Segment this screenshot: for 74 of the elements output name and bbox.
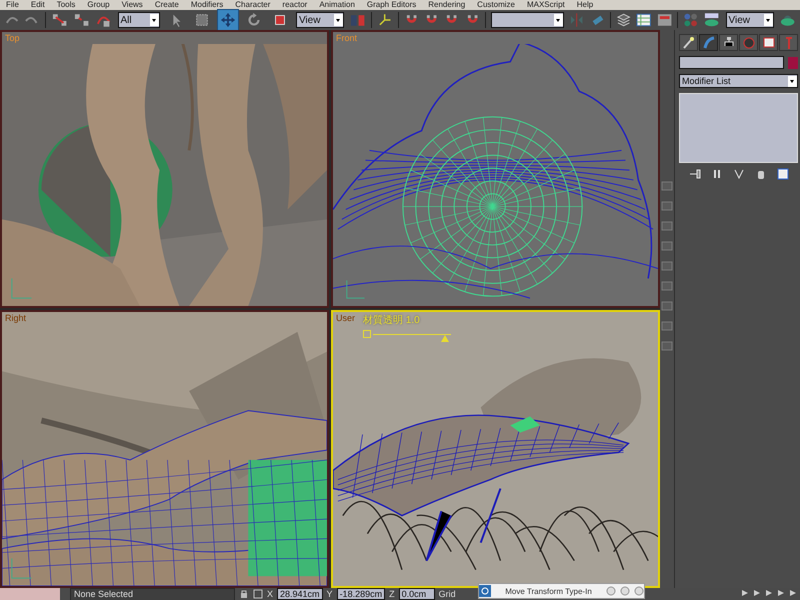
object-color-swatch[interactable] [788, 56, 798, 68]
wireframe-model-drawing[interactable] [333, 44, 658, 306]
sculpted-model-drawing[interactable] [2, 44, 327, 306]
sculpted-model-drawing[interactable] [2, 324, 327, 586]
maxscript-listener-field[interactable] [0, 588, 60, 600]
dashed-square-icon [194, 12, 210, 28]
opacity-label: 材質透明 1.0 [363, 314, 421, 327]
menu-item[interactable]: Tools [56, 0, 76, 10]
wand-icon [682, 36, 696, 50]
link-icon[interactable] [50, 12, 68, 28]
material-editor-icon[interactable] [682, 12, 698, 28]
menu-item[interactable]: Views [122, 0, 143, 10]
go-end-icon[interactable] [788, 588, 798, 598]
coordinate-field[interactable]: 0.0cm [398, 588, 435, 600]
menu-item[interactable]: File [6, 0, 19, 10]
render-scene-icon[interactable] [703, 12, 720, 28]
menu-item[interactable]: Create [154, 0, 179, 10]
viewport-tool-icon[interactable] [660, 320, 674, 332]
menu-item[interactable]: Customize [477, 0, 515, 10]
coordinate-field[interactable]: 28.941cm [277, 588, 323, 600]
menu-item[interactable]: Rendering [428, 0, 466, 10]
absolute-mode-icon[interactable] [253, 589, 263, 599]
reference-coordinate-dropdown[interactable]: View [296, 12, 344, 28]
modify-tab[interactable] [699, 34, 718, 51]
menu-item[interactable]: Graph Editors [366, 0, 416, 10]
schematic-icon[interactable] [656, 12, 672, 28]
move-icon [220, 12, 236, 28]
dragon-head-sketch-drawing[interactable] [333, 346, 658, 586]
curve-editor-icon[interactable] [636, 12, 652, 28]
menu-item[interactable]: Edit [30, 0, 45, 10]
axis-label: Z [389, 589, 395, 599]
grid-label: Grid [438, 589, 456, 599]
minimize-icon[interactable] [606, 586, 616, 596]
viewport-tool-icon[interactable] [660, 200, 674, 212]
move-tool-button[interactable] [217, 9, 239, 31]
viewport-tool-icon[interactable] [660, 240, 674, 252]
menu-item[interactable]: MAXScript [526, 0, 565, 10]
menu-item[interactable]: Modifiers [190, 0, 224, 10]
object-name-field[interactable] [679, 56, 784, 69]
create-tab[interactable] [679, 34, 698, 51]
menu-item[interactable]: Animation [319, 0, 355, 10]
close-icon[interactable] [634, 586, 644, 596]
menu-item[interactable]: reactor [282, 0, 308, 10]
modifier-list-dropdown[interactable]: Modifier List [679, 74, 798, 88]
axis-label: Y [326, 589, 333, 599]
menu-item[interactable]: Character [235, 0, 270, 10]
named-selection-dropdown[interactable] [491, 12, 564, 28]
coordinate-field[interactable]: -18.289cm [336, 588, 386, 600]
layers-icon[interactable] [616, 12, 632, 28]
axis-icon[interactable] [377, 12, 393, 28]
dialog-title: Move Transform Type-In [504, 586, 593, 596]
menu-item[interactable]: Group [87, 0, 110, 10]
axis-label: X [267, 589, 274, 599]
pin-stack-icon[interactable] [688, 168, 700, 180]
selection-status-field: None Selected [70, 588, 235, 600]
circle-icon [742, 36, 756, 50]
render-view-dropdown[interactable]: View [726, 12, 774, 28]
maximize-icon[interactable] [620, 586, 630, 596]
display-tab[interactable] [759, 34, 778, 51]
app-icon[interactable] [479, 585, 491, 597]
lock-icon[interactable] [239, 589, 249, 599]
viewport-tool-icon[interactable] [660, 260, 674, 272]
hierarchy-tab[interactable] [719, 34, 738, 51]
viewport-tool-icon[interactable] [660, 180, 674, 192]
rotate-icon [246, 12, 262, 28]
viewport-tool-icon[interactable] [660, 220, 674, 232]
curve-icon [702, 36, 716, 50]
viewport-tool-icon[interactable] [660, 340, 674, 352]
dialog-title-bar[interactable]: Move Transform Type-In [478, 583, 645, 599]
menu-item[interactable]: Help [576, 0, 594, 10]
viewport-tool-icon[interactable] [660, 300, 674, 312]
viewport-tool-icon[interactable] [660, 280, 674, 292]
selection-filter-dropdown[interactable]: All [118, 12, 160, 28]
unlink-icon[interactable] [72, 12, 90, 28]
